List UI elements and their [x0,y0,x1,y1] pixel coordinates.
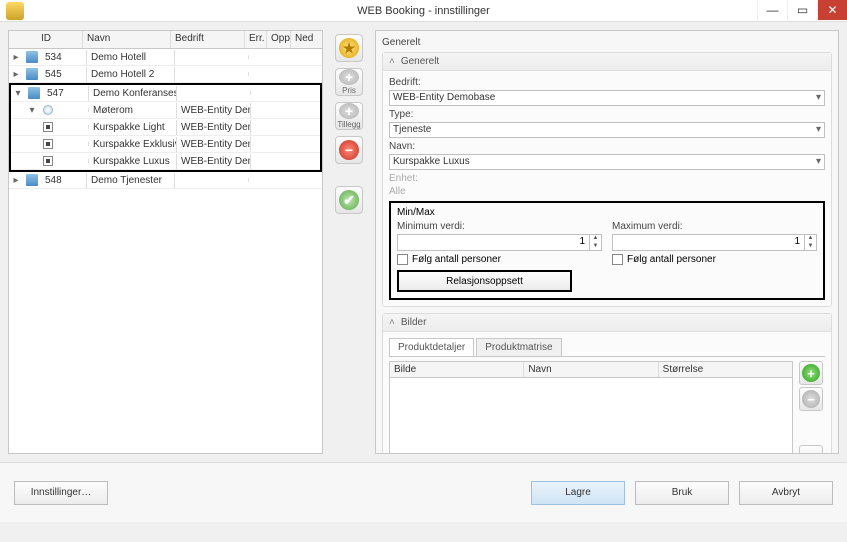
image-grid[interactable]: Bilde Navn Størrelse [389,361,793,454]
expand-icon[interactable]: ▸ [9,175,23,186]
pris-button[interactable]: +Pris [335,68,363,96]
combo-navn[interactable]: Kurspakke Luxus [389,154,825,170]
tree-row[interactable]: ▾ 547 Demo Konferansesenter [11,85,320,102]
spin-up-icon[interactable]: ▲ [590,235,601,243]
imgcol-bilde[interactable]: Bilde [390,362,524,377]
tree-row[interactable]: Kurspakke Light WEB-Entity Demobase [11,119,320,136]
mid-toolbar: ★ +Pris +Tillegg − ✔ [329,30,369,454]
plus-icon: + [339,103,359,119]
spin-down-icon[interactable]: ▼ [590,243,601,251]
checkbox-folg-max[interactable]: Følg antall personer [612,254,817,265]
tab-produktdetaljer[interactable]: Produktdetaljer [389,338,474,356]
label-min: Minimum verdi: [397,221,602,232]
tree-row[interactable]: ▸ 545 Demo Hotell 2 [9,66,322,83]
minmax-header: Min/Max [397,207,435,218]
star-button[interactable]: ★ [335,34,363,62]
minus-icon: − [802,390,820,408]
checkbox-folg-min[interactable]: Følg antall personer [397,254,602,265]
globe-icon: ✔ [339,190,359,210]
label-max: Maximum verdi: [612,221,817,232]
minmax-section: Min/Max Minimum verdi: 1 ▲▼ Følg antall … [389,201,825,300]
item-icon [43,122,53,132]
folder-icon [26,174,38,186]
maximize-button[interactable]: ▭ [787,0,817,20]
tillegg-button[interactable]: +Tillegg [335,102,363,130]
folder-icon [26,51,38,63]
details-header: Generelt [382,37,832,52]
col-id[interactable]: ID [37,31,83,48]
tree-row[interactable]: ▸ 548 Demo Tjenester [9,172,322,189]
close-button[interactable]: ✕ [817,0,847,20]
app-logo-icon [6,2,24,20]
title-bar: WEB Booking - innstillinger — ▭ ✕ [0,0,847,22]
imgcol-storrelse[interactable]: Størrelse [659,362,792,377]
bruk-button[interactable]: Bruk [635,481,729,505]
plus-icon: + [339,69,359,85]
plus-icon: + [802,364,820,382]
relasjonsoppsett-button[interactable]: Relasjonsoppsett [397,270,572,292]
avbryt-button[interactable]: Avbryt [739,481,833,505]
item-icon [43,139,53,149]
group-bilder: ˄ Bilder Produktdetaljer Produktmatrise … [382,313,832,454]
innstillinger-button[interactable]: Innstillinger… [14,481,108,505]
item-icon [43,156,53,166]
col-navn[interactable]: Navn [83,31,171,48]
label-type: Type: [389,109,825,120]
checkbox-icon [612,254,623,265]
folder-icon [28,87,40,99]
tree-row[interactable]: ▾ Møterom WEB-Entity Demobase [11,102,320,119]
group-generelt: ˄ Generelt Bedrift: WEB-Entity Demobase … [382,52,832,307]
label-navn: Navn: [389,141,825,152]
spin-up-icon[interactable]: ▲ [805,235,816,243]
spinner-max[interactable]: 1 ▲▼ [612,234,817,251]
tree-row[interactable]: Kurspakke Exklusive WEB-Entity Demobase [11,136,320,153]
folder-icon [26,68,38,80]
tree-row[interactable]: ▸ 534 Demo Hotell [9,49,322,66]
spin-down-icon[interactable]: ▼ [805,243,816,251]
tree-row[interactable]: Kurspakke Luxus WEB-Entity Demobase [11,153,320,170]
lagre-button[interactable]: Lagre [531,481,625,505]
col-bedrift[interactable]: Bedrift [171,31,245,48]
minus-icon: − [339,140,359,160]
group-header-bilder[interactable]: ˄ Bilder [383,314,831,332]
imgcol-navn[interactable]: Navn [524,362,658,377]
globe-button[interactable]: ✔ [335,186,363,214]
col-ned[interactable]: Ned [291,31,313,48]
label-bedrift: Bedrift: [389,77,825,88]
expand-icon[interactable]: ▸ [9,69,23,80]
expand-icon[interactable]: ▸ [9,52,23,63]
label-enhet: Enhet: [389,173,825,184]
node-icon [43,105,53,115]
col-opp[interactable]: Opp [267,31,291,48]
window-title: WEB Booking - innstillinger [357,5,490,17]
spinner-min[interactable]: 1 ▲▼ [397,234,602,251]
add-image-button[interactable]: + [799,361,823,385]
collapse-icon[interactable]: ▾ [11,88,25,99]
remove-button[interactable]: − [335,136,363,164]
star-icon: ★ [339,38,359,58]
tab-produktmatrise[interactable]: Produktmatrise [476,338,561,356]
chevron-up-icon: ˄ [389,56,395,67]
value-enhet: Alle [389,186,406,197]
product-tree-grid[interactable]: ID Navn Bedrift Err. Opp Ned ▸ 534 Demo … [8,30,323,454]
move-up-button[interactable]: ▲ [799,445,823,454]
collapse-icon[interactable]: ▾ [25,105,39,116]
remove-image-button[interactable]: − [799,387,823,411]
minimize-button[interactable]: — [757,0,787,20]
checkbox-icon [397,254,408,265]
col-err[interactable]: Err. [245,31,267,48]
arrow-up-icon: ▲ [805,450,818,455]
group-header-generelt[interactable]: ˄ Generelt [383,53,831,71]
grid-header: ID Navn Bedrift Err. Opp Ned [9,31,322,49]
combo-bedrift[interactable]: WEB-Entity Demobase [389,90,825,106]
chevron-up-icon: ˄ [389,317,395,328]
combo-type[interactable]: Tjeneste [389,122,825,138]
